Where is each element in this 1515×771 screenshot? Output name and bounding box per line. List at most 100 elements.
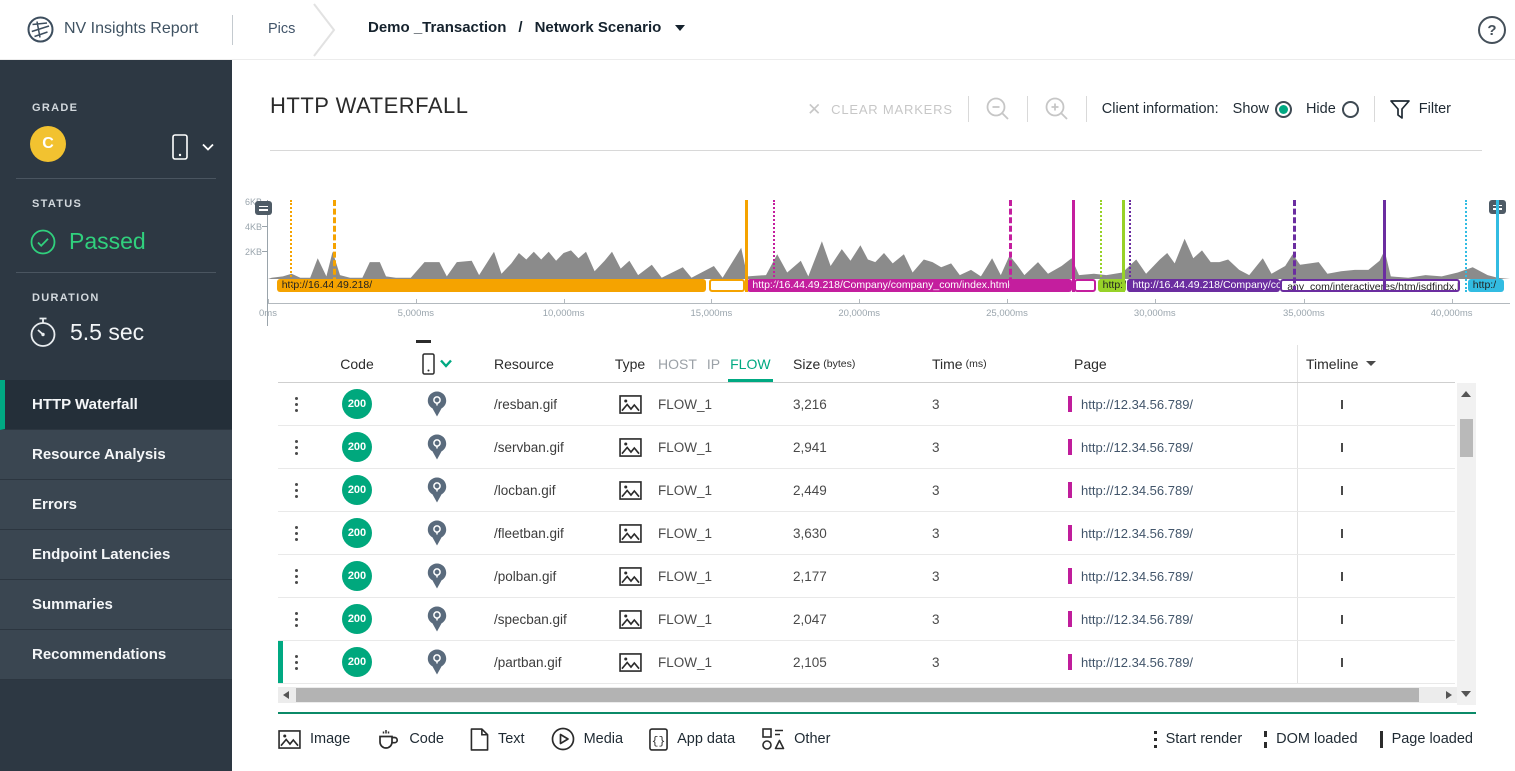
- group-flow-option[interactable]: FLOW: [728, 345, 774, 382]
- row-menu-button[interactable]: [278, 512, 314, 554]
- table-row[interactable]: 200/resban.gif FLOW_1 3,216 3 http://12.34.5…: [278, 383, 1455, 426]
- page-ribbon[interactable]: http://16.44.49.218/Company/comp: [1127, 279, 1281, 292]
- endpoint-pin-icon[interactable]: [400, 598, 474, 640]
- page-cell[interactable]: http://12.34.56.789/: [1040, 555, 1297, 597]
- x-axis-label: 10,000ms: [542, 308, 585, 319]
- scroll-up-arrow-icon[interactable]: [1461, 391, 1471, 397]
- zoom-in-button[interactable]: [1043, 95, 1071, 123]
- clear-markers-button[interactable]: ✕ CLEAR MARKERS: [807, 101, 953, 118]
- size-value: 2,177: [793, 568, 827, 584]
- sidebar-item-http-waterfall[interactable]: HTTP Waterfall: [0, 380, 232, 430]
- endpoint-pin-icon[interactable]: [400, 641, 474, 683]
- scenario-dropdown-caret-icon[interactable]: [675, 24, 686, 31]
- endpoint-pin-icon[interactable]: [400, 555, 474, 597]
- resource-column-header[interactable]: Resource: [474, 345, 610, 382]
- group-ip-option[interactable]: IP: [707, 356, 720, 372]
- group-host-option[interactable]: HOST: [658, 356, 697, 372]
- size-value: 3,630: [793, 525, 827, 541]
- endpoint-pin-icon[interactable]: [400, 469, 474, 511]
- resource-name[interactable]: /fleetban.gif: [474, 512, 610, 554]
- resource-name[interactable]: /specban.gif: [474, 598, 610, 640]
- panel-resize-handle[interactable]: [416, 340, 431, 343]
- sidebar-item-resource-analysis[interactable]: Resource Analysis: [0, 430, 232, 480]
- type-column-header[interactable]: Type: [610, 345, 650, 382]
- page-cell[interactable]: http://12.34.56.789/: [1040, 598, 1297, 640]
- sidebar-item-errors[interactable]: Errors: [0, 480, 232, 530]
- x-axis-tick: [1006, 299, 1008, 303]
- code-column-header[interactable]: Code: [314, 345, 400, 382]
- breadcrumb-scenario[interactable]: Network Scenario: [535, 19, 662, 36]
- other-icon: [761, 727, 785, 751]
- zoom-out-button[interactable]: [984, 95, 1012, 123]
- device-dropdown-caret-icon[interactable]: [202, 143, 214, 151]
- endpoint-pin-icon[interactable]: [400, 426, 474, 468]
- filter-label: Filter: [1418, 101, 1451, 117]
- time-value: 3: [932, 525, 940, 541]
- breadcrumb-transaction[interactable]: Demo _Transaction: [368, 19, 506, 36]
- flow-value: FLOW_1: [658, 396, 713, 412]
- endpoint-pin-icon[interactable]: [400, 383, 474, 425]
- legend-bar: Image Code Text Media {} App data Other Start …: [278, 720, 1473, 758]
- resource-name[interactable]: /locban.gif: [474, 469, 610, 511]
- device-phone-icon[interactable]: [172, 134, 188, 160]
- page-ribbon[interactable]: any_com/interactiveres/htm/isdfindx.htm: [1280, 279, 1461, 292]
- marker-dashed-icon: [1264, 730, 1268, 748]
- filter-button[interactable]: Filter: [1389, 99, 1451, 119]
- nav-pics[interactable]: Pics: [268, 21, 295, 37]
- row-menu-button[interactable]: [278, 598, 314, 640]
- hide-label: Hide: [1305, 101, 1336, 117]
- page-ribbon[interactable]: http://16.44.49.218/: [276, 279, 707, 292]
- flow-value: FLOW_1: [658, 525, 713, 541]
- row-menu-button[interactable]: [278, 426, 314, 468]
- sidebar-item-endpoint-latencies[interactable]: Endpoint Latencies: [0, 530, 232, 580]
- horizontal-scroll-thumb[interactable]: [296, 688, 1419, 702]
- table-row[interactable]: 200/fleetban.gif FLOW_1 3,630 3 http://12.34…: [278, 512, 1455, 555]
- time-column-header[interactable]: Time (ms): [910, 345, 1040, 382]
- page-column-header[interactable]: Page: [1040, 345, 1297, 382]
- scroll-down-arrow-icon[interactable]: [1461, 691, 1471, 697]
- size-column-header[interactable]: Size (bytes): [770, 345, 910, 382]
- event-marker-cyan-dotted: [1465, 200, 1468, 292]
- sidebar-item-summaries[interactable]: Summaries: [0, 580, 232, 630]
- resource-name[interactable]: /partban.gif: [474, 641, 610, 683]
- horizontal-scrollbar[interactable]: [278, 687, 1457, 703]
- page-ribbon[interactable]: [708, 279, 745, 292]
- page-ribbon[interactable]: [1074, 279, 1097, 292]
- client-info-hide-radio[interactable]: Hide: [1305, 100, 1359, 118]
- page-ribbon[interactable]: http://16.44.49.218/Company/company_com/…: [747, 279, 1072, 292]
- scroll-right-arrow-icon[interactable]: [1446, 691, 1452, 699]
- page-url: http://12.34.56.789/: [1081, 568, 1194, 584]
- phone-icon: [422, 352, 435, 375]
- row-menu-button[interactable]: [278, 555, 314, 597]
- resource-name[interactable]: /polban.gif: [474, 555, 610, 597]
- page-cell[interactable]: http://12.34.56.789/: [1040, 383, 1297, 425]
- sidebar-item-recommendations[interactable]: Recommendations: [0, 630, 232, 680]
- client-info-show-radio[interactable]: Show: [1233, 100, 1292, 118]
- row-menu-button[interactable]: [278, 641, 314, 683]
- device-column-header[interactable]: [400, 345, 474, 382]
- resource-name[interactable]: /resban.gif: [474, 383, 610, 425]
- endpoint-pin-icon[interactable]: [400, 512, 474, 554]
- scroll-left-arrow-icon[interactable]: [283, 691, 289, 699]
- help-button[interactable]: ?: [1478, 16, 1506, 44]
- table-row[interactable]: 200/partban.gif FLOW_1 2,105 3 http://12.34.…: [278, 641, 1455, 684]
- page-cell[interactable]: http://12.34.56.789/: [1040, 641, 1297, 683]
- timeline-column-header[interactable]: Timeline: [1297, 345, 1455, 382]
- page-color-marker: [1068, 396, 1072, 412]
- throughput-area: [268, 238, 1510, 279]
- table-row[interactable]: 200/polban.gif FLOW_1 2,177 3 http://12.34.5…: [278, 555, 1455, 598]
- resource-name[interactable]: /servban.gif: [474, 426, 610, 468]
- page-cell[interactable]: http://12.34.56.789/: [1040, 512, 1297, 554]
- status-code-cell: 200: [314, 383, 400, 425]
- page-cell[interactable]: http://12.34.56.789/: [1040, 426, 1297, 468]
- vertical-scroll-thumb[interactable]: [1460, 419, 1473, 457]
- table-row[interactable]: 200/locban.gif FLOW_1 2,449 3 http://12.34.5…: [278, 469, 1455, 512]
- vertical-scrollbar[interactable]: [1457, 383, 1476, 705]
- row-menu-button[interactable]: [278, 383, 314, 425]
- kebab-icon: [294, 439, 298, 443]
- page-cell[interactable]: http://12.34.56.789/: [1040, 469, 1297, 511]
- table-row[interactable]: 200/specban.gif FLOW_1 2,047 3 http://12.34.…: [278, 598, 1455, 641]
- row-menu-button[interactable]: [278, 469, 314, 511]
- waterfall-overview-chart[interactable]: http://16.44.49.218/http://16.44.49.218/…: [268, 200, 1510, 292]
- table-row[interactable]: 200/servban.gif FLOW_1 2,941 3 http://12.34.…: [278, 426, 1455, 469]
